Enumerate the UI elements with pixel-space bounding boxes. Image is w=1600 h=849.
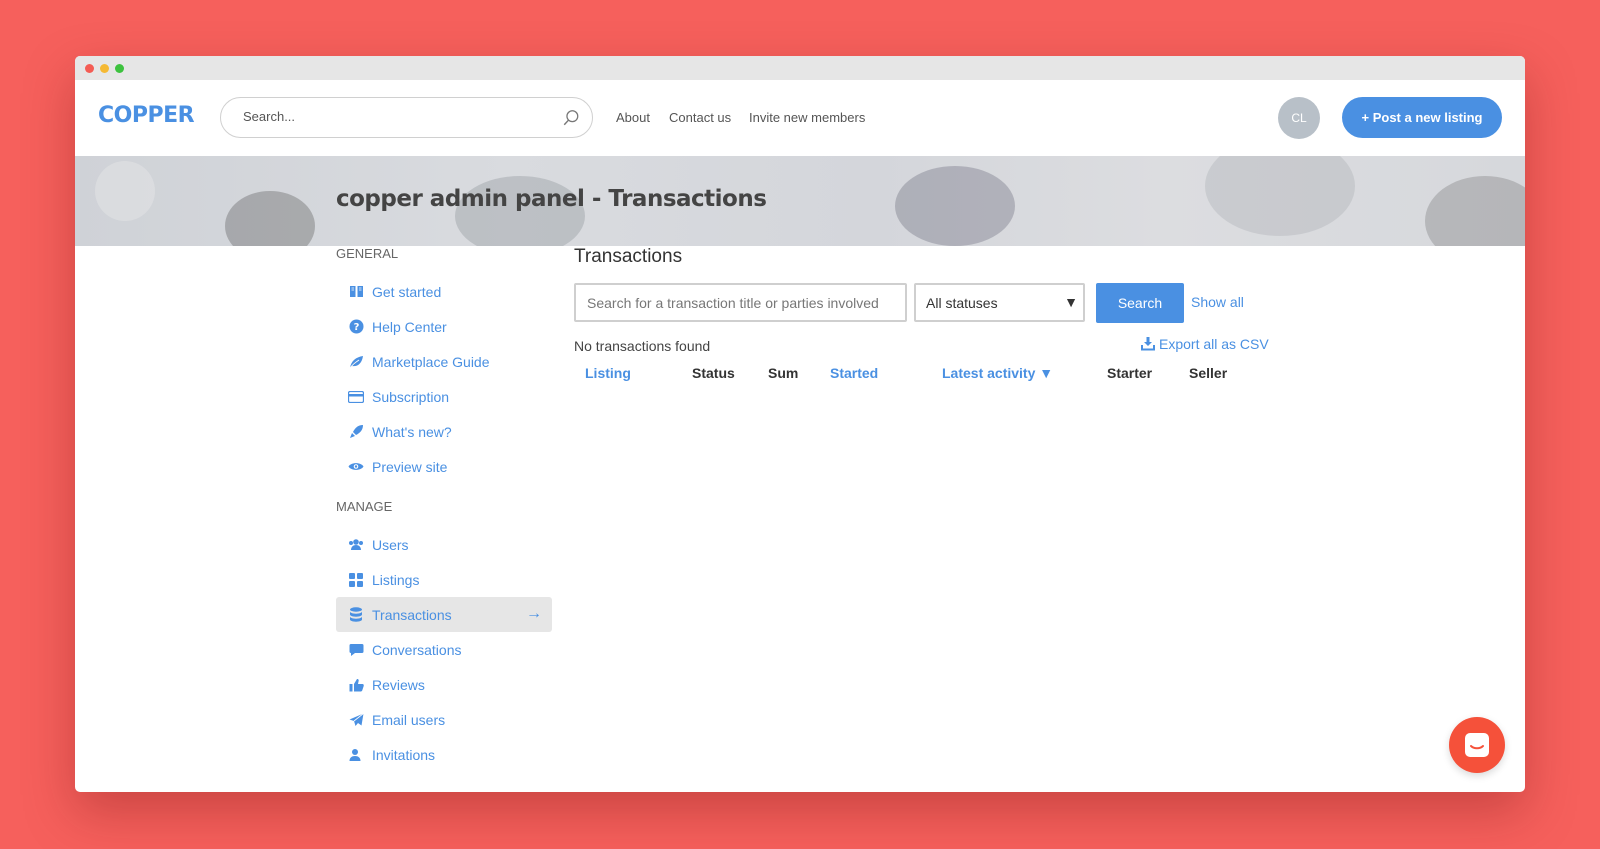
sidebar-item-listings[interactable]: Listings [336,562,552,597]
eye-icon [348,459,364,475]
manage-heading: MANAGE [336,499,393,514]
transactions-heading: Transactions [574,246,683,267]
sidebar-item-label: Preview site [372,458,448,475]
logo[interactable]: COPPER [98,103,195,128]
chat-launcher-button[interactable] [1449,717,1505,773]
status-select-value: All statuses [926,294,998,311]
sidebar-item-email-users[interactable]: Email users [336,702,552,737]
column-seller: Seller [1189,365,1228,381]
sidebar-item-label: Help Center [372,318,447,335]
search-icon[interactable] [562,109,580,127]
users-icon [348,537,364,553]
sidebar-item-label: Marketplace Guide [372,353,490,370]
browser-window: COPPER About Contact us Invite new membe… [75,56,1525,792]
leaf-icon [348,354,364,370]
export-csv-label: Export all as CSV [1159,336,1269,352]
transactions-panel: Transactions All statuses ▼ Search Show … [574,246,1274,381]
sidebar-item-label: Get started [372,283,442,300]
sidebar-item-transactions[interactable]: Transactions → [336,597,552,632]
sidebar-item-label: Transactions [372,606,452,623]
sidebar-item-preview-site[interactable]: Preview site [336,449,552,484]
database-icon [348,607,364,623]
global-search-input[interactable] [243,109,543,124]
sidebar-item-reviews[interactable]: Reviews [336,667,552,702]
paper-plane-icon [348,712,364,728]
chat-icon [1465,733,1489,757]
page-title: copper admin panel - Transactions [336,186,767,212]
sidebar-item-invitations[interactable]: Invitations [336,737,552,772]
transaction-search-input[interactable] [574,283,907,322]
nav-about[interactable]: About [616,110,650,125]
status-select[interactable]: All statuses ▼ [914,283,1085,322]
global-search[interactable] [220,97,593,138]
page-hero: copper admin panel - Transactions [75,156,1525,246]
column-latest-activity[interactable]: Latest activity ▼ [942,365,1053,381]
sidebar-item-label: Reviews [372,676,425,693]
nav-contact-us[interactable]: Contact us [669,110,731,125]
caret-down-icon: ▼ [1064,294,1078,310]
admin-sidebar: GENERAL Get started ? Help Center Market… [336,246,552,772]
sidebar-item-label: Email users [372,711,446,728]
column-listing[interactable]: Listing [585,365,631,381]
search-button[interactable]: Search [1096,283,1184,323]
close-window-button[interactable] [85,64,94,73]
column-starter: Starter [1107,365,1153,381]
sidebar-item-label: Invitations [372,746,436,763]
column-status: Status [692,365,735,381]
sidebar-item-whats-new[interactable]: What's new? [336,414,552,449]
credit-card-icon [348,389,364,405]
sidebar-item-label: Listings [372,571,420,588]
user-plus-icon [348,747,364,763]
export-csv-link[interactable]: Export all as CSV [1140,336,1269,352]
sidebar-item-conversations[interactable]: Conversations [336,632,552,667]
minimize-window-button[interactable] [100,64,109,73]
show-all-link[interactable]: Show all [1191,294,1244,310]
column-sum: Sum [768,365,799,381]
thumbs-up-icon [348,677,364,693]
top-navigation: COPPER About Contact us Invite new membe… [75,80,1525,156]
download-icon [1141,337,1155,351]
general-heading: GENERAL [336,246,399,261]
question-circle-icon: ? [348,319,364,335]
window-titlebar [75,56,1525,80]
sidebar-item-label: What's new? [372,423,452,440]
nav-invite-members[interactable]: Invite new members [749,110,865,125]
svg-text:?: ? [353,322,359,333]
empty-message: No transactions found [574,338,711,354]
active-arrow-icon: → [526,605,542,622]
column-started[interactable]: Started [830,365,878,381]
sidebar-item-users[interactable]: Users [336,527,552,562]
avatar[interactable]: CL [1278,97,1320,139]
maximize-window-button[interactable] [115,64,124,73]
transactions-filter: All statuses ▼ Search Show all [574,283,1274,323]
sidebar-item-label: Conversations [372,641,462,658]
post-listing-button[interactable]: + Post a new listing [1342,97,1502,138]
sidebar-item-marketplace-guide[interactable]: Marketplace Guide [336,344,552,379]
sidebar-item-label: Subscription [372,388,450,405]
book-icon [348,284,364,300]
rocket-icon [348,424,364,440]
sidebar-item-get-started[interactable]: Get started [336,274,552,309]
sidebar-item-help-center[interactable]: ? Help Center [336,309,552,344]
grid-icon [348,572,364,588]
sidebar-item-subscription[interactable]: Subscription [336,379,552,414]
sidebar-item-label: Users [372,536,409,553]
chat-bubble-icon [348,642,364,658]
